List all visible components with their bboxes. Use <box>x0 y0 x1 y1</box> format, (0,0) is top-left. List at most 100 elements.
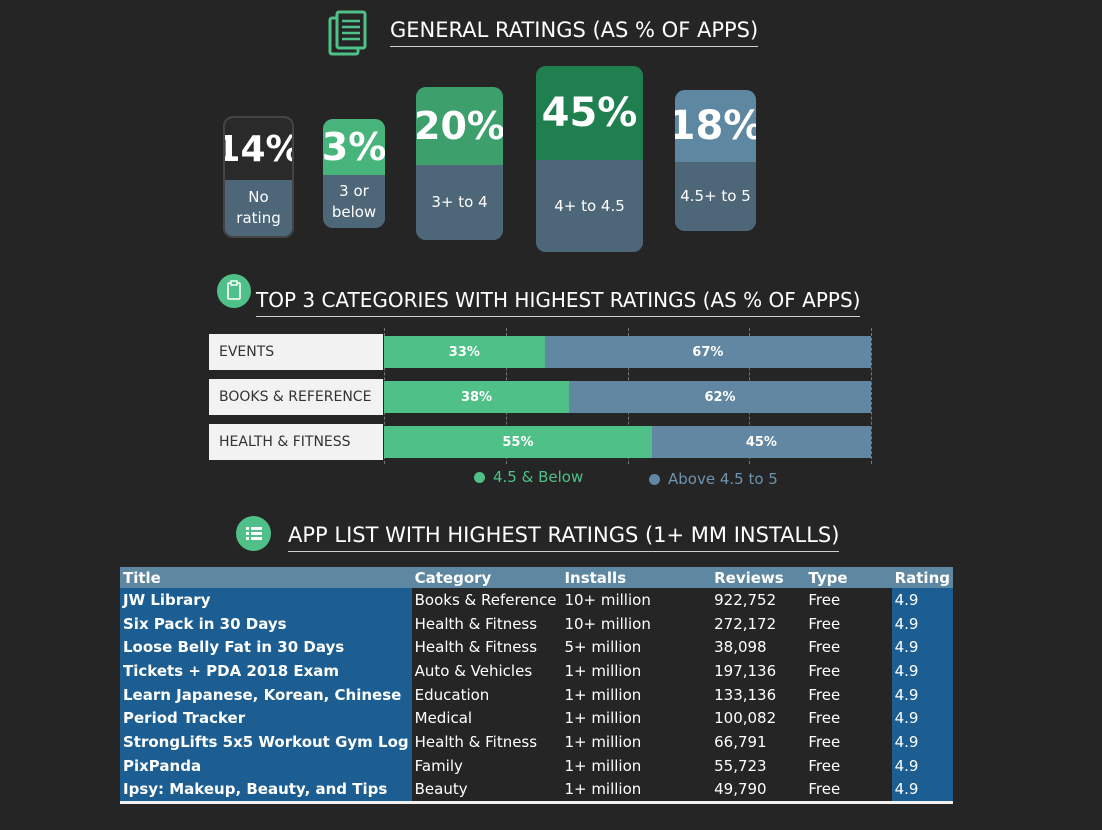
cell-reviews: 49,790 <box>711 777 806 803</box>
cell-title: JW Library <box>120 588 412 612</box>
cell-installs: 1+ million <box>561 706 712 731</box>
rating-tile-percent: 20% <box>416 87 503 165</box>
cell-installs: 5+ million <box>561 635 712 660</box>
category-row: EVENTS 33% 67% <box>209 334 873 370</box>
table-row: Period Tracker Medical 1+ million 100,082 Fr… <box>120 706 953 731</box>
category-row: BOOKS & REFERENCE 38% 62% <box>209 379 873 415</box>
rating-tile-percent: 45% <box>536 66 643 160</box>
table-header-row: Title Category Installs Reviews Type Rat… <box>120 567 953 588</box>
rating-tile: 18%4.5+ to 5 <box>675 90 756 231</box>
cell-installs: 10+ million <box>561 611 712 636</box>
rating-tile-percent: 18% <box>675 90 756 162</box>
table-row: Ipsy: Makeup, Beauty, and Tips Beauty 1+ m… <box>120 777 953 803</box>
legend-label-above: Above 4.5 to 5 <box>668 470 778 488</box>
cell-reviews: 55,723 <box>711 753 806 778</box>
cell-rating: 4.9 <box>891 730 953 754</box>
cell-title: Learn Japanese, Korean, Chinese <box>120 682 412 707</box>
app-list-title: APP LIST WITH HIGHEST RATINGS (1+ MM INS… <box>288 523 840 552</box>
column-header-type: Type <box>805 567 892 588</box>
table-row: JW Library Books & Reference 10+ million 92… <box>120 588 953 612</box>
cell-type: Free <box>805 753 892 778</box>
cell-installs: 1+ million <box>561 730 712 754</box>
rating-tile-label: 3 or below <box>323 175 385 228</box>
cell-rating: 4.9 <box>891 777 953 803</box>
cell-rating: 4.9 <box>891 611 953 636</box>
cell-title: StrongLifts 5x5 Workout Gym Log <box>120 730 412 754</box>
cell-installs: 1+ million <box>561 777 712 803</box>
cell-title: Six Pack in 30 Days <box>120 611 412 636</box>
cell-type: Free <box>805 588 892 612</box>
bar-segment: 33% <box>384 336 545 368</box>
cell-category: Health & Fitness <box>411 730 562 754</box>
column-header-rating: Rating <box>891 567 953 588</box>
table-row: StrongLifts 5x5 Workout Gym Log Health & … <box>120 730 953 754</box>
cell-rating: 4.9 <box>891 635 953 660</box>
legend-item-below: 4.5 & Below <box>474 468 583 486</box>
category-bar: 38% 62% <box>384 381 871 413</box>
table-row: Six Pack in 30 Days Health & Fitness 10+ m… <box>120 611 953 636</box>
legend-item-above: Above 4.5 to 5 <box>649 470 778 488</box>
rating-tile-label: 3+ to 4 <box>416 165 503 240</box>
cell-type: Free <box>805 635 892 660</box>
bar-segment: 62% <box>569 381 871 413</box>
legend-dot-above <box>649 473 660 485</box>
rating-tile: 45% 4+ to 4.5 <box>536 66 643 252</box>
column-header-title: Title <box>120 567 412 588</box>
cell-type: Free <box>805 730 892 754</box>
app-table: Title Category Installs Reviews Type Rat… <box>120 567 953 805</box>
rating-tile: 20% 3+ to 4 <box>416 87 503 240</box>
cell-reviews: 66,791 <box>711 730 806 754</box>
bar-segment: 55% <box>384 426 652 458</box>
cell-rating: 4.9 <box>891 682 953 707</box>
cell-title: Tickets + PDA 2018 Exam <box>120 659 412 683</box>
rating-tile-percent: 3% <box>323 119 385 175</box>
rating-tile: 3% 3 or below <box>323 119 385 228</box>
cell-category: Medical <box>411 706 562 731</box>
category-label: EVENTS <box>209 334 383 370</box>
cell-type: Free <box>805 777 892 803</box>
general-ratings-title: GENERAL RATINGS (AS % OF APPS) <box>390 18 759 47</box>
cell-title: Period Tracker <box>120 706 412 731</box>
bar-segment: 67% <box>544 336 871 368</box>
bar-segment: 45% <box>651 426 871 458</box>
table-row: Tickets + PDA 2018 Exam Auto & Vehicles 1+… <box>120 659 953 683</box>
categories-title: TOP 3 CATEGORIES WITH HIGHEST RATINGS (A… <box>256 288 861 317</box>
cell-category: Education <box>411 682 562 707</box>
column-header-reviews: Reviews <box>711 567 806 588</box>
category-bar: 55% 45% <box>384 426 871 458</box>
rating-tile: 14%No rating <box>223 116 294 238</box>
cell-type: Free <box>805 611 892 636</box>
cell-reviews: 133,136 <box>711 682 806 707</box>
cell-category: Books & Reference <box>411 588 562 612</box>
category-label: HEALTH & FITNESS <box>209 424 383 460</box>
cell-type: Free <box>805 659 892 683</box>
category-label: BOOKS & REFERENCE <box>209 379 383 415</box>
cell-reviews: 197,136 <box>711 659 806 683</box>
column-header-category: Category <box>411 567 562 588</box>
cell-rating: 4.9 <box>891 706 953 731</box>
category-row: HEALTH & FITNESS 55% 45% <box>209 424 873 460</box>
cell-installs: 10+ million <box>561 588 712 612</box>
category-bar: 33% 67% <box>384 336 871 368</box>
table-row: Loose Belly Fat in 30 Days Health & Fitne… <box>120 635 953 660</box>
cell-reviews: 272,172 <box>711 611 806 636</box>
cell-category: Auto & Vehicles <box>411 659 562 683</box>
table-row: PixPanda Family 1+ million 55,723 Free 4.9 <box>120 753 953 778</box>
bar-segment: 38% <box>384 381 570 413</box>
cell-category: Health & Fitness <box>411 635 562 660</box>
rating-tile-label: 4.5+ to 5 <box>675 162 756 231</box>
cell-installs: 1+ million <box>561 682 712 707</box>
table-row: Learn Japanese, Korean, Chinese Education… <box>120 682 953 707</box>
document-icon <box>328 10 367 56</box>
list-icon <box>236 516 271 551</box>
cell-type: Free <box>805 706 892 731</box>
clipboard-icon <box>217 274 251 308</box>
rating-tile-label: 4+ to 4.5 <box>536 160 643 252</box>
column-header-installs: Installs <box>561 567 712 588</box>
cell-rating: 4.9 <box>891 588 953 612</box>
cell-rating: 4.9 <box>891 753 953 778</box>
cell-reviews: 922,752 <box>711 588 806 612</box>
cell-category: Family <box>411 753 562 778</box>
rating-tile-label: No rating <box>225 180 292 236</box>
legend-label-below: 4.5 & Below <box>493 468 584 486</box>
